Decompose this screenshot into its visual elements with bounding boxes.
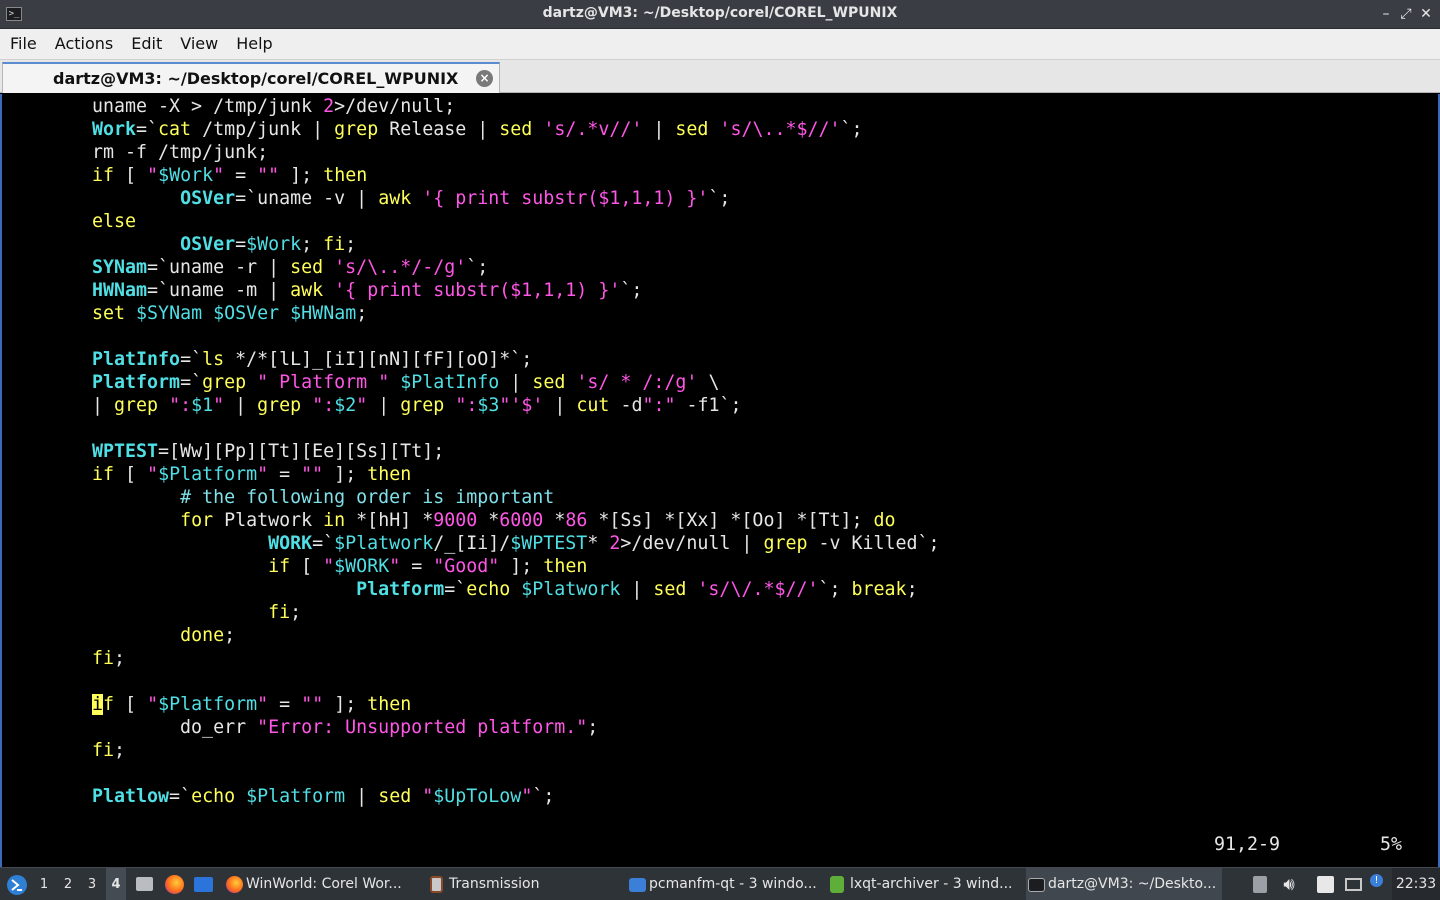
- start-menu-button[interactable]: [4, 868, 30, 900]
- menu-view[interactable]: View: [171, 29, 227, 59]
- taskbar: 1 2 3 4 WinWorld: Corel Wor... Transmiss…: [0, 867, 1440, 900]
- window-title: dartz@VM3: ~/Desktop/corel/COREL_WPUNIX: [542, 5, 898, 21]
- file-manager-icon: [136, 877, 153, 891]
- code-line: fi;: [92, 648, 126, 669]
- code-line: WPTEST=[Ww][Pp][Tt][Ee][Ss][Tt];: [92, 441, 445, 462]
- cursor-position: 91,2-9: [1214, 834, 1281, 855]
- code-line: set $SYNam $OSVer $HWNam;: [92, 303, 368, 324]
- menu-help[interactable]: Help: [227, 29, 281, 59]
- code-line: else: [92, 211, 137, 232]
- task-terminal[interactable]: dartz@VM3: ~/Deskto...: [1026, 868, 1222, 900]
- code-line: fi;: [92, 740, 126, 761]
- transmission-icon: [430, 876, 443, 893]
- window-titlebar[interactable]: >_ dartz@VM3: ~/Desktop/corel/COREL_WPUN…: [0, 0, 1440, 29]
- workspace-3[interactable]: 3: [82, 868, 102, 900]
- lxqt-logo-icon: [7, 875, 27, 895]
- code-line: do_err "Error: Unsupported platform.";: [92, 717, 599, 738]
- media-icon: [1317, 876, 1334, 893]
- folder-icon: [629, 878, 646, 892]
- code-line: HWNam=`uname -m | awk '{ print substr($1…: [92, 280, 643, 301]
- code-line: OSVer=`uname -v | awk '{ print substr($1…: [180, 188, 731, 209]
- task-label: Transmission: [449, 876, 540, 892]
- code-line: uname -X > /tmp/junk 2>/dev/null;: [92, 96, 456, 117]
- tab-label: dartz@VM3: ~/Desktop/corel/COREL_WPUNIX: [53, 69, 459, 88]
- file-manager-launcher[interactable]: [133, 868, 155, 900]
- code-line: | grep ":$1" | grep ":$2" | grep ":$3"'$…: [92, 395, 742, 416]
- minimize-icon[interactable]: –: [1376, 4, 1396, 24]
- code-line: if [ "$Platform" = "" ]; then: [92, 464, 412, 485]
- network-tray[interactable]: [1342, 868, 1364, 900]
- task-transmission[interactable]: Transmission: [427, 868, 617, 900]
- task-label: pcmanfm-qt - 3 windo...: [649, 876, 817, 892]
- firefox-icon: [226, 876, 243, 893]
- code-line: done;: [180, 625, 236, 646]
- code-line: for Platwork in *[hH] *9000 *6000 *86 *[…: [180, 510, 896, 531]
- removable-media-tray[interactable]: [1314, 868, 1336, 900]
- info-icon: !: [1370, 874, 1383, 887]
- workspace-2[interactable]: 2: [58, 868, 78, 900]
- code-line: rm -f /tmp/junk;: [92, 142, 269, 163]
- menu-actions[interactable]: Actions: [46, 29, 122, 59]
- tab-bar: dartz@VM3: ~/Desktop/corel/COREL_WPUNIX …: [0, 60, 1440, 93]
- code-line: Platform=`echo $Platwork | sed 's/\/.*$/…: [356, 579, 918, 600]
- clock[interactable]: 22:33: [1392, 868, 1440, 900]
- text-cursor: i: [92, 694, 104, 715]
- restore-icon[interactable]: ⤢: [1396, 4, 1416, 24]
- clipboard-icon: [1253, 876, 1267, 893]
- code-line: Platform=`grep " Platform " $PlatInfo | …: [92, 372, 720, 393]
- clipboard-tray[interactable]: [1249, 868, 1271, 900]
- terminal-view[interactable]: uname -X > /tmp/junk 2>/dev/null; Work=`…: [0, 94, 1440, 867]
- task-pcmanfm[interactable]: pcmanfm-qt - 3 windo...: [627, 868, 820, 900]
- close-window-icon[interactable]: ✕: [1416, 4, 1436, 24]
- menu-bar: File Actions Edit View Help: [0, 29, 1440, 60]
- desktop-launcher[interactable]: [192, 868, 216, 900]
- show-desktop-icon: [194, 877, 213, 892]
- network-icon: [1345, 878, 1362, 891]
- tab-close-icon[interactable]: ×: [476, 70, 493, 87]
- task-label: dartz@VM3: ~/Deskto...: [1048, 876, 1217, 892]
- workspace-1[interactable]: 1: [34, 868, 54, 900]
- code-line: if [ "$WORK" = "Good" ]; then: [268, 556, 588, 577]
- code-line: # the following order is important: [180, 487, 555, 508]
- archive-icon: [830, 876, 844, 893]
- scroll-percent: 5%: [1380, 834, 1403, 855]
- code-line: if [ "$Platform" = "" ]; then: [92, 694, 412, 715]
- task-archiver[interactable]: lxqt-archiver - 3 wind...: [828, 868, 1018, 900]
- volume-tray[interactable]: 🔊︎: [1278, 868, 1300, 900]
- task-label: WinWorld: Corel Wor...: [246, 876, 402, 892]
- code-line: Work=`cat /tmp/junk | grep Release | sed…: [92, 119, 863, 140]
- volume-icon: 🔊︎: [1283, 874, 1295, 895]
- task-winworld[interactable]: WinWorld: Corel Wor...: [224, 868, 418, 900]
- firefox-launcher[interactable]: [162, 868, 186, 900]
- menu-edit[interactable]: Edit: [122, 29, 171, 59]
- code-line: if [ "$Work" = "" ]; then: [92, 165, 368, 186]
- code-line: WORK=`$Platwork/_[Ii]/$WPTEST* 2>/dev/nu…: [268, 533, 940, 554]
- menu-file[interactable]: File: [0, 29, 46, 59]
- code-line: PlatInfo=`ls */*[lL]_[iI][nN][fF][oO]*`;: [92, 349, 533, 370]
- code-line: OSVer=$Work; fi;: [180, 234, 357, 255]
- task-label: lxqt-archiver - 3 wind...: [850, 876, 1013, 892]
- code-line: fi;: [268, 602, 302, 623]
- terminal-tab[interactable]: dartz@VM3: ~/Desktop/corel/COREL_WPUNIX …: [2, 62, 500, 93]
- code-line: Platlow=`echo $Platform | sed "$UpToLow"…: [92, 786, 555, 807]
- notification-tray[interactable]: !: [1366, 868, 1388, 900]
- workspace-4[interactable]: 4: [106, 868, 126, 900]
- code-line: SYNam=`uname -r | sed 's/\..*/-/g'`;: [92, 257, 489, 278]
- terminal-icon: [1028, 878, 1045, 892]
- firefox-icon: [165, 875, 184, 894]
